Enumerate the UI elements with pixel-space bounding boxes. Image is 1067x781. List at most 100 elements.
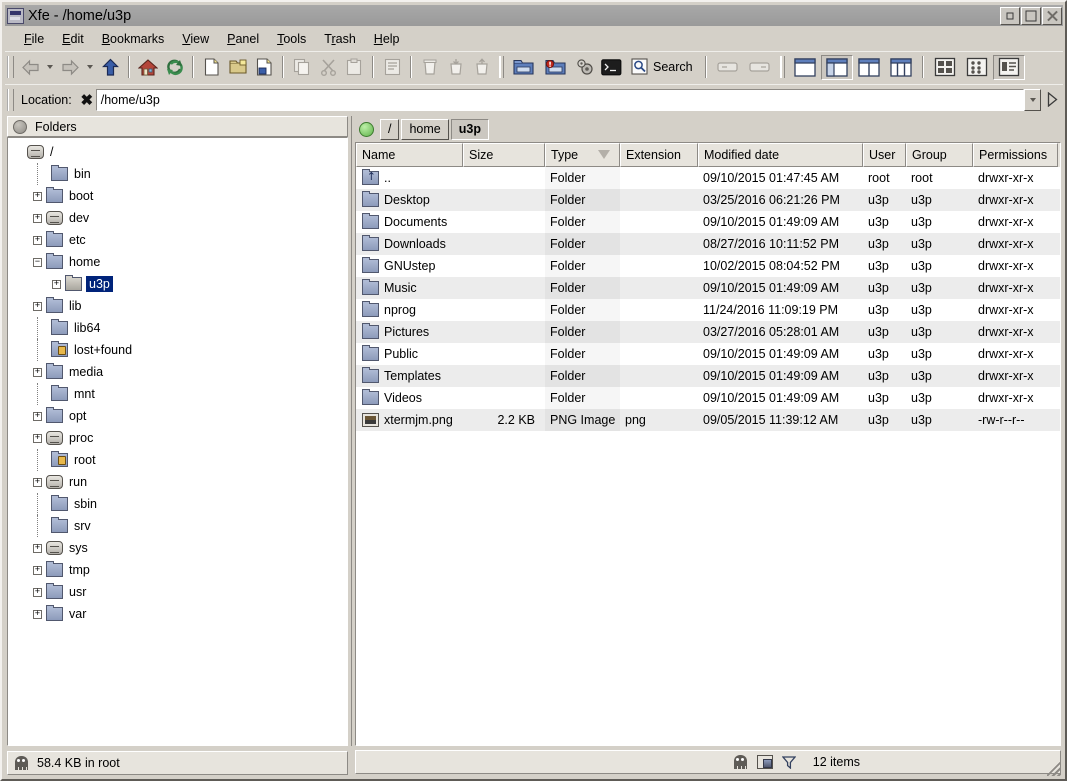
tree-node-media[interactable]: + media [8, 361, 347, 383]
menu-tools[interactable]: Tools [268, 30, 315, 48]
tree-node-mnt[interactable]: mnt [8, 383, 347, 405]
menu-edit[interactable]: Edit [53, 30, 93, 48]
back-button[interactable] [17, 55, 43, 80]
big-icons-button[interactable] [929, 55, 961, 80]
tree-expand-icon[interactable]: + [33, 433, 42, 443]
thumbnails-toggle-icon[interactable] [756, 755, 773, 769]
breadcrumb-item[interactable]: / [380, 118, 400, 140]
location-clear-button[interactable]: ✖ [78, 90, 96, 110]
location-go-button[interactable] [1041, 89, 1063, 111]
table-row[interactable]: Documents Folder 09/10/2015 01:49:09 AM u3p… [356, 211, 1060, 233]
tree-collapse-icon[interactable]: − [33, 257, 42, 267]
one-panel-button[interactable] [789, 55, 821, 80]
tree-expand-icon[interactable]: + [52, 279, 61, 289]
menu-bookmarks[interactable]: Bookmarks [93, 30, 174, 48]
table-row[interactable]: .. Folder 09/10/2015 01:47:45 AM root root dr… [356, 167, 1060, 189]
tree-node-run[interactable]: + run [8, 471, 347, 493]
tree-node-dev[interactable]: + dev [8, 207, 347, 229]
close-button[interactable] [1042, 6, 1062, 25]
back-history-dropdown[interactable] [43, 55, 57, 80]
tree-expand-icon[interactable]: + [33, 191, 42, 201]
detailed-list-button[interactable] [992, 54, 1025, 80]
home-button[interactable] [135, 55, 161, 80]
column-header-group[interactable]: Group [906, 143, 973, 167]
tree-node-bin[interactable]: bin [8, 163, 347, 185]
maximize-button[interactable] [1021, 6, 1041, 25]
tree-expand-icon[interactable]: + [33, 213, 42, 223]
tree-node-var[interactable]: + var [8, 603, 347, 625]
tree-expand-icon[interactable]: + [33, 477, 42, 487]
column-header-user[interactable]: User [863, 143, 906, 167]
forward-history-dropdown[interactable] [83, 55, 97, 80]
column-header-name[interactable]: Name [356, 143, 463, 167]
tree-node-tmp[interactable]: + tmp [8, 559, 347, 581]
tree-and-two-panels-button[interactable] [885, 55, 917, 80]
toolbar-grip-2[interactable] [499, 56, 504, 78]
tree-node-root[interactable]: root [8, 449, 347, 471]
menu-help[interactable]: Help [365, 30, 409, 48]
title-bar[interactable]: Xfe - /home/u3p [5, 5, 1063, 26]
move-to-trash-button[interactable] [443, 55, 469, 80]
column-header-type[interactable]: Type [545, 143, 620, 167]
properties-button[interactable] [379, 55, 405, 80]
tree-expand-icon[interactable]: + [33, 587, 42, 597]
tree-node-etc[interactable]: + etc [8, 229, 347, 251]
toolbar-grip-3[interactable] [779, 56, 785, 78]
horizontal-panels-button[interactable] [744, 55, 776, 80]
two-panels-button[interactable] [853, 55, 885, 80]
paste-button[interactable] [341, 55, 367, 80]
tree-node-lib64[interactable]: lib64 [8, 317, 347, 339]
tree-node-usr[interactable]: + usr [8, 581, 347, 603]
table-row[interactable]: Music Folder 09/10/2015 01:49:09 AM u3p u3p d… [356, 277, 1060, 299]
tree-node-boot[interactable]: + boot [8, 185, 347, 207]
tree-node-proc[interactable]: + proc [8, 427, 347, 449]
location-dropdown-button[interactable] [1024, 88, 1041, 111]
file-list[interactable]: Name Size Type Extension Modified date User Gr… [355, 142, 1061, 746]
tree-node-srv[interactable]: srv [8, 515, 347, 537]
refresh-button[interactable] [161, 55, 187, 80]
panel-splitter[interactable] [348, 116, 355, 746]
column-header-size[interactable]: Size [463, 143, 545, 167]
tree-node-lost+found[interactable]: lost+found [8, 339, 347, 361]
menu-trash[interactable]: Trash [315, 30, 365, 48]
tree-node-u3p[interactable]: + u3p [8, 273, 347, 295]
table-row[interactable]: Desktop Folder 03/25/2016 06:21:26 PM u3p u3… [356, 189, 1060, 211]
tree-expand-icon[interactable]: + [33, 367, 42, 377]
tree-expand-icon[interactable]: + [33, 609, 42, 619]
table-row[interactable]: Downloads Folder 08/27/2016 10:11:52 PM u3p… [356, 233, 1060, 255]
restore-from-trash-button[interactable] [469, 55, 495, 80]
table-row[interactable]: Public Folder 09/10/2015 01:49:09 AM u3p u3p… [356, 343, 1060, 365]
table-row[interactable]: Templates Folder 09/10/2015 01:49:09 AM u3p… [356, 365, 1060, 387]
search-button[interactable]: Search [624, 55, 700, 80]
up-button[interactable] [97, 55, 123, 80]
table-row[interactable]: GNUstep Folder 10/02/2015 08:04:52 PM u3p u3… [356, 255, 1060, 277]
tree-expand-icon[interactable]: + [33, 301, 42, 311]
resize-grip[interactable] [1047, 762, 1061, 776]
small-icons-button[interactable] [961, 55, 993, 80]
tree-node-opt[interactable]: + opt [8, 405, 347, 427]
tree-expand-icon[interactable]: + [33, 543, 42, 553]
tree-expand-icon[interactable]: + [33, 565, 42, 575]
delete-button[interactable] [417, 55, 443, 80]
location-input[interactable]: /home/u3p [95, 88, 1024, 111]
tree-node-home[interactable]: − home [8, 251, 347, 273]
tree-node-sys[interactable]: + sys [8, 537, 347, 559]
copy-button[interactable] [289, 55, 315, 80]
tree-node-[interactable]: / [8, 141, 347, 163]
vertical-panels-button[interactable] [712, 55, 744, 80]
toolbar-grip[interactable] [7, 56, 14, 78]
cut-button[interactable] [315, 55, 341, 80]
table-row[interactable]: xtermjm.png 2.2 KB PNG Image png 09/05/2015 … [356, 409, 1060, 431]
table-row[interactable]: Videos Folder 09/10/2015 01:49:09 AM u3p u3p… [356, 387, 1060, 409]
new-file-button[interactable] [199, 55, 225, 80]
menu-panel[interactable]: Panel [218, 30, 268, 48]
tree-and-panel-button[interactable] [820, 54, 853, 80]
new-symlink-button[interactable] [251, 55, 277, 80]
tree-expand-icon[interactable]: + [33, 235, 42, 245]
breadcrumb-item[interactable]: home [401, 118, 449, 140]
minimize-button[interactable] [1000, 6, 1020, 25]
location-bar-grip[interactable] [7, 88, 14, 111]
forward-button[interactable] [57, 55, 83, 80]
tree-node-sbin[interactable]: sbin [8, 493, 347, 515]
menu-view[interactable]: View [173, 30, 218, 48]
